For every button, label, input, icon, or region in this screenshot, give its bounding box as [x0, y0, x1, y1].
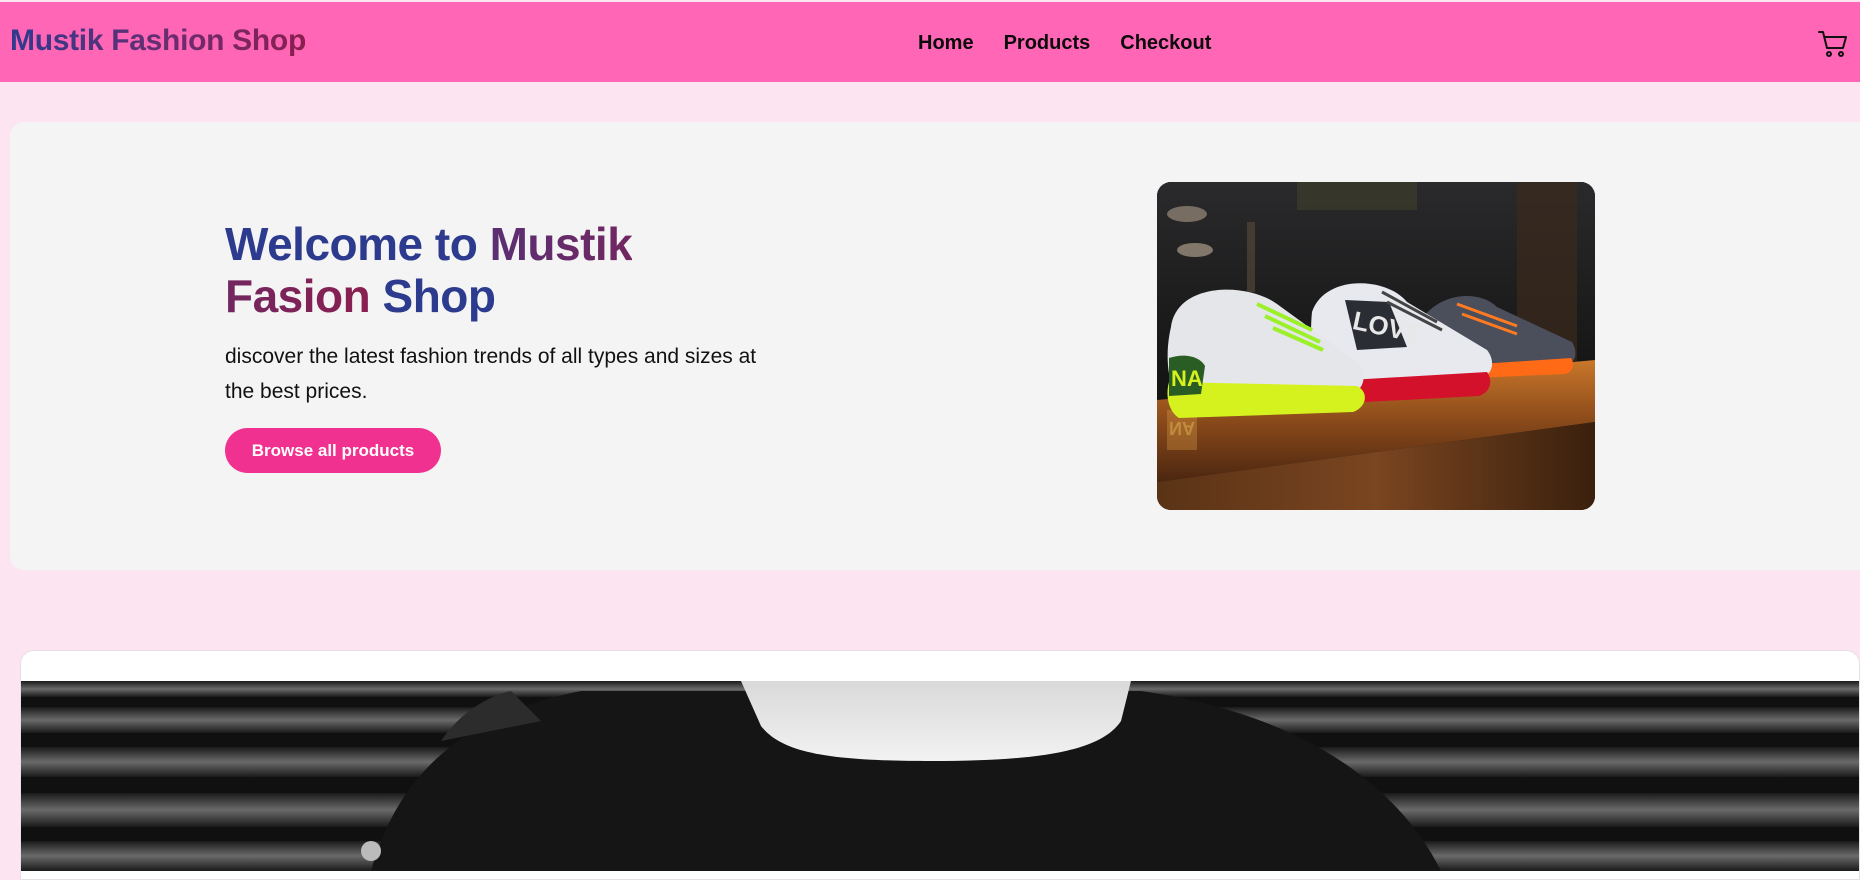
featured-product-image — [21, 681, 1859, 871]
main-nav: Home Products Checkout — [918, 32, 1211, 55]
nav-checkout-link[interactable]: Checkout — [1120, 32, 1211, 55]
hero-title-part1: Welcome to — [225, 218, 478, 270]
brand-logo-text[interactable]: Mustik Fashion Shop — [10, 24, 306, 58]
nav-products-link[interactable]: Products — [1004, 32, 1091, 55]
top-navigation-bar: Mustik Fashion Shop Home Products Checko… — [0, 2, 1860, 82]
hero-shoes-image: LOVE NA NA — [1157, 182, 1595, 510]
cart-icon[interactable] — [1818, 30, 1848, 58]
browse-all-products-button[interactable]: Browse all products — [225, 428, 441, 473]
hero-description: discover the latest fashion trends of al… — [225, 345, 757, 403]
svg-text:NA: NA — [1171, 366, 1203, 391]
nav-home-link[interactable]: Home — [918, 32, 974, 55]
hero-title: Welcome to Mustik Fasion Shop — [225, 218, 785, 322]
hero-title-part3: Shop — [382, 270, 496, 322]
svg-text:NA: NA — [1169, 418, 1195, 438]
featured-product-card[interactable] — [20, 650, 1860, 880]
hero-section: Welcome to Mustik Fasion Shop discover t… — [10, 122, 1860, 570]
